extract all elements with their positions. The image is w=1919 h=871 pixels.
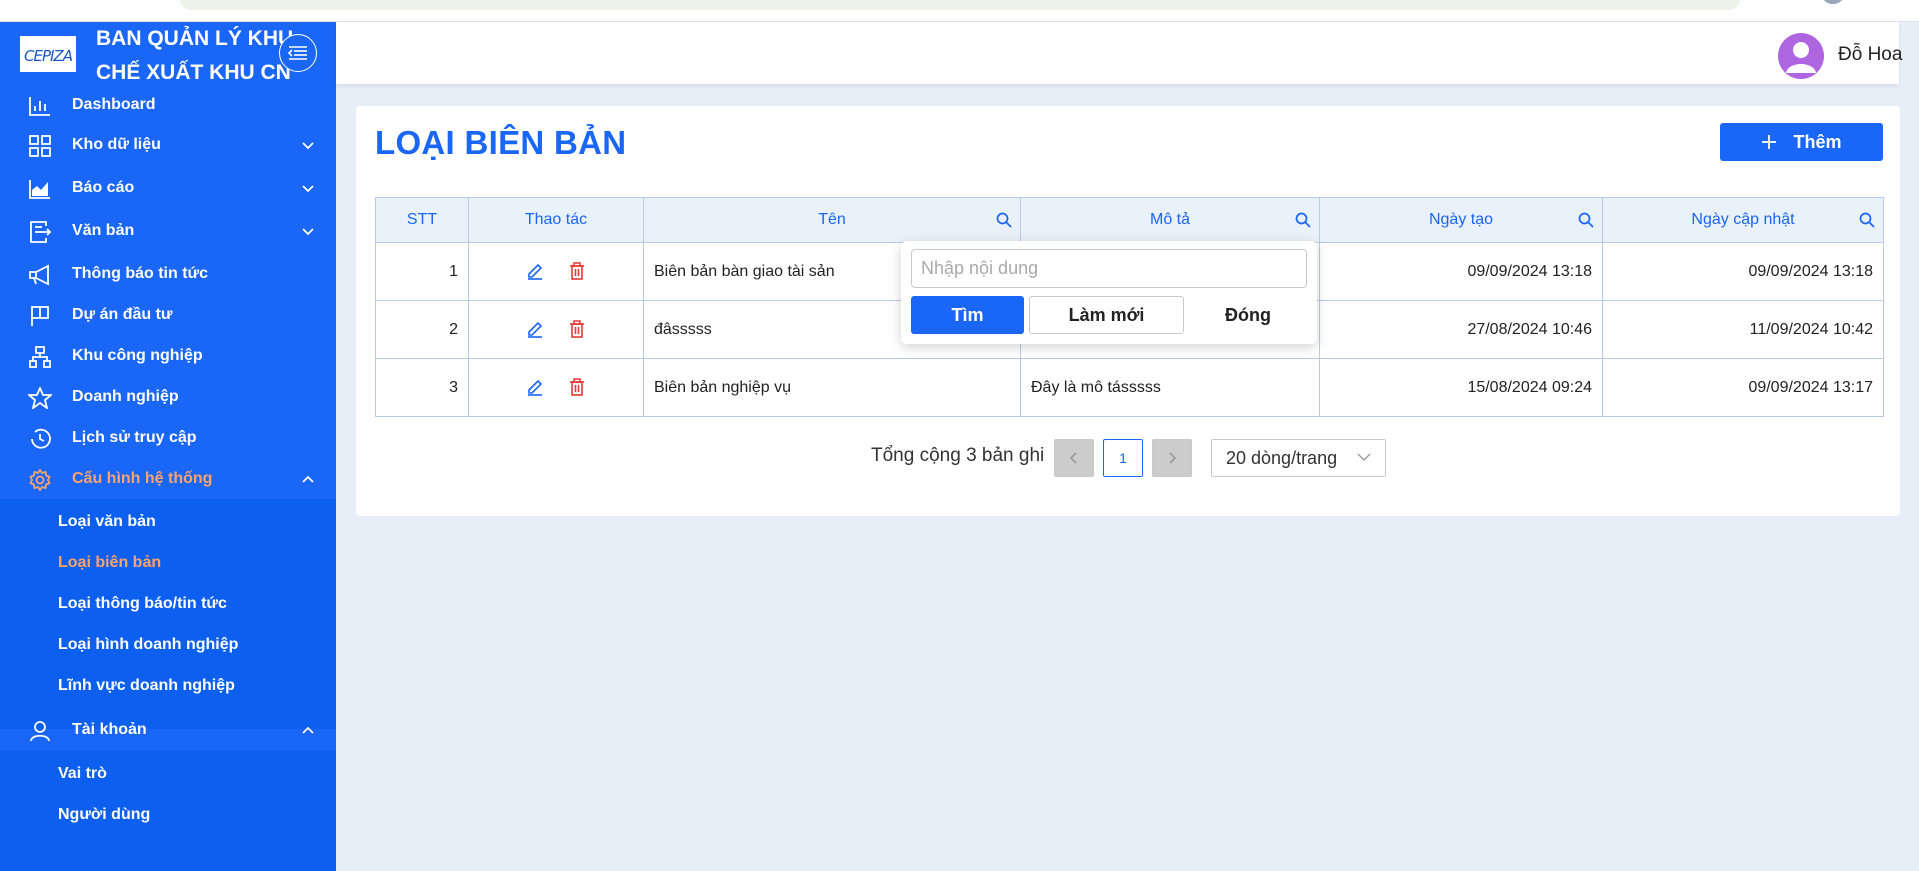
browser-top-bar xyxy=(0,0,1919,22)
account-submenu xyxy=(0,750,336,871)
sidebar-item-khu-cong-nghiep[interactable]: Khu công nghiệp xyxy=(0,338,336,376)
search-icon[interactable] xyxy=(1578,212,1594,228)
cell-ngay-tao: 09/09/2024 13:18 xyxy=(1319,242,1603,301)
avatar[interactable] xyxy=(1778,33,1824,79)
sidebar-item-dashboard[interactable]: Dashboard xyxy=(0,87,336,125)
search-button[interactable]: Tìm xyxy=(911,296,1024,334)
org-name: BAN QUẢN LÝ KHU CHẾ XUẤT KHU CN xyxy=(96,27,294,84)
chevron-right-icon xyxy=(1169,452,1177,464)
cell-actions xyxy=(468,300,644,359)
plus-icon xyxy=(1762,135,1777,149)
page-size-select[interactable]: 20 dòng/trang xyxy=(1211,439,1386,477)
delete-icon[interactable] xyxy=(568,262,586,281)
delete-icon[interactable] xyxy=(568,378,586,397)
cell-ngay-cap-nhat: 09/09/2024 13:17 xyxy=(1602,358,1884,417)
top-header xyxy=(336,22,1899,84)
cell-stt: 3 xyxy=(375,358,469,417)
grid-icon xyxy=(29,135,51,157)
sidebar-item-tai-khoan[interactable]: Tài khoản xyxy=(0,712,336,750)
delete-icon[interactable] xyxy=(568,320,586,339)
browser-profile-icon xyxy=(1822,0,1844,4)
search-icon[interactable] xyxy=(1295,212,1311,228)
table-header-row: STT Thao tác Tên Mô tả Ngày tạo Ngày cập… xyxy=(375,197,1884,243)
reset-button[interactable]: Làm mới xyxy=(1029,296,1184,334)
cell-stt: 2 xyxy=(375,300,469,359)
sidebar-toggle-button[interactable] xyxy=(279,34,317,72)
search-icon[interactable] xyxy=(1859,212,1875,228)
submenu-linh-vuc-doanh-nghiep[interactable]: Lĩnh vực doanh nghiệp xyxy=(58,677,235,695)
column-search-popup: Tìm Làm mới Đóng xyxy=(901,241,1317,344)
cell-stt: 1 xyxy=(375,242,469,301)
submenu-loai-van-ban[interactable]: Loại văn bản xyxy=(58,513,156,531)
area-chart-icon xyxy=(29,180,50,199)
close-button[interactable]: Đóng xyxy=(1189,296,1307,334)
col-stt: STT xyxy=(375,197,469,243)
user-icon xyxy=(30,721,50,742)
sidebar-item-kho-du-lieu[interactable]: Kho dữ liệu xyxy=(0,127,336,165)
sidebar-item-doanh-nghiep[interactable]: Doanh nghiệp xyxy=(0,379,336,417)
menu-fold-icon xyxy=(288,46,307,60)
chevron-down-icon xyxy=(302,228,314,236)
submenu-vai-tro[interactable]: Vai trò xyxy=(58,765,107,783)
cluster-icon xyxy=(29,346,51,368)
gear-icon xyxy=(29,469,51,491)
cell-actions xyxy=(468,242,644,301)
chevron-left-icon xyxy=(1069,452,1077,464)
edit-icon[interactable] xyxy=(526,378,544,397)
chevron-down-icon xyxy=(1357,453,1371,461)
sidebar: CEPIZA BAN QUẢN LÝ KHU CHẾ XUẤT KHU CN D… xyxy=(0,22,336,871)
col-ten: Tên xyxy=(643,197,1021,243)
edit-icon[interactable] xyxy=(526,262,544,281)
search-input[interactable] xyxy=(911,249,1307,288)
cell-ten: Biên bản nghiệp vụ xyxy=(643,358,1021,417)
document-icon xyxy=(30,221,52,243)
page-title: LOẠI BIÊN BẢN xyxy=(375,124,627,161)
sidebar-item-lich-su[interactable]: Lịch sử truy cập xyxy=(0,420,336,458)
col-ngay-cap-nhat: Ngày cập nhật xyxy=(1602,197,1884,243)
col-ngay-tao: Ngày tạo xyxy=(1319,197,1603,243)
address-bar xyxy=(180,0,1740,10)
chevron-up-icon xyxy=(302,726,314,734)
prev-page-button[interactable] xyxy=(1054,439,1094,477)
total-records: Tổng cộng 3 bản ghi xyxy=(871,445,1045,466)
sidebar-item-bao-cao[interactable]: Báo cáo xyxy=(0,170,336,208)
edit-icon[interactable] xyxy=(526,320,544,339)
star-icon xyxy=(28,387,52,409)
next-page-button[interactable] xyxy=(1152,439,1192,477)
search-icon[interactable] xyxy=(996,212,1012,228)
sidebar-item-van-ban[interactable]: Văn bản xyxy=(0,213,336,251)
flag-icon xyxy=(31,306,49,326)
submenu-loai-hinh-doanh-nghiep[interactable]: Loại hình doanh nghiệp xyxy=(58,636,238,654)
chevron-up-icon xyxy=(302,475,314,483)
cell-mo-ta: Đây là mô tásssss xyxy=(1020,358,1320,417)
user-name[interactable]: Đỗ Hoa xyxy=(1838,44,1902,66)
page-1-button[interactable]: 1 xyxy=(1103,439,1143,477)
cell-ngay-cap-nhat: 11/09/2024 10:42 xyxy=(1602,300,1884,359)
user-avatar-icon xyxy=(1786,42,1816,73)
table-row: 3 Biên bản nghiệp vụ Đây là mô tásssss 1… xyxy=(375,358,1884,417)
chevron-down-icon xyxy=(302,142,314,150)
add-button[interactable]: Thêm xyxy=(1720,123,1883,161)
cell-ngay-tao: 27/08/2024 10:46 xyxy=(1319,300,1603,359)
cell-ngay-tao: 15/08/2024 09:24 xyxy=(1319,358,1603,417)
chevron-down-icon xyxy=(302,185,314,193)
megaphone-icon xyxy=(29,264,49,286)
submenu-loai-bien-ban[interactable]: Loại biên bản xyxy=(58,554,161,572)
logo: CEPIZA xyxy=(18,34,78,74)
sidebar-item-cau-hinh[interactable]: Cấu hình hệ thống xyxy=(0,461,336,499)
submenu-nguoi-dung[interactable]: Người dùng xyxy=(58,806,150,824)
bar-chart-icon xyxy=(29,97,50,116)
history-icon xyxy=(31,428,51,449)
cell-ngay-cap-nhat: 09/09/2024 13:18 xyxy=(1602,242,1884,301)
cell-actions xyxy=(468,358,644,417)
submenu-loai-thong-bao[interactable]: Loại thông báo/tin tức xyxy=(58,595,227,613)
sidebar-item-thong-bao[interactable]: Thông báo tin tức xyxy=(0,256,336,294)
col-thao-tac: Thao tác xyxy=(468,197,644,243)
col-mo-ta: Mô tả xyxy=(1020,197,1320,243)
sidebar-item-du-an[interactable]: Dự án đầu tư xyxy=(0,297,336,335)
